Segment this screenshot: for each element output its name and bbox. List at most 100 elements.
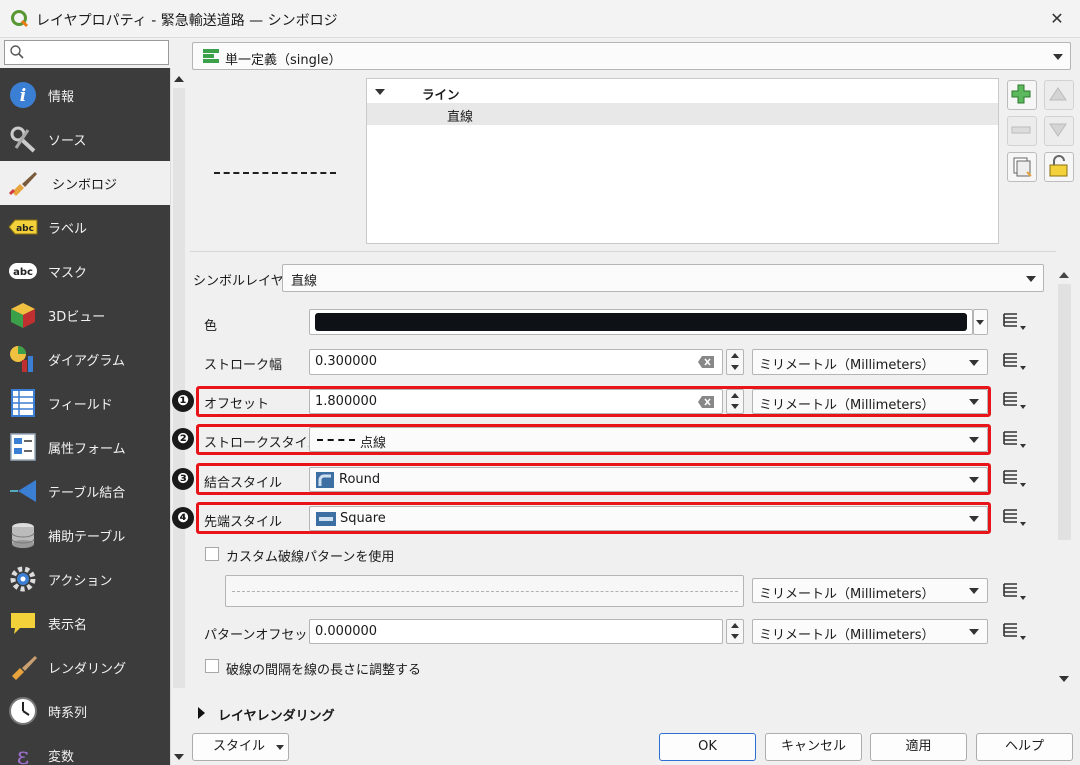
auxiliary-storage-icon <box>11 523 35 548</box>
sidebar-item-label: 属性フォーム <box>48 442 126 457</box>
symbol-layer-type-value: 直線 <box>291 274 318 289</box>
triangle-down-icon <box>1049 123 1067 137</box>
search-input[interactable] <box>4 40 169 65</box>
tree-item-line[interactable]: ライン <box>367 81 998 103</box>
sidebar-item-symbology[interactable]: シンボロジ <box>0 161 170 205</box>
pattern-offset-unit-select[interactable]: ミリメートル（Millimeters） <box>752 619 988 644</box>
spin-down-icon[interactable] <box>731 634 739 639</box>
add-layer-button[interactable] <box>1007 80 1037 110</box>
chevron-down-icon <box>969 437 979 443</box>
sidebar-item-labels[interactable]: abc ラベル <box>0 205 170 249</box>
search-icon <box>10 45 24 59</box>
data-defined-override-icon[interactable] <box>1000 582 1028 602</box>
sidebar-item-actions[interactable]: アクション <box>0 557 170 601</box>
data-defined-override-icon[interactable] <box>1000 622 1028 642</box>
stroke-width-input[interactable]: 0.300000 <box>309 349 723 375</box>
search-field[interactable] <box>29 43 165 62</box>
custom-dash-checkbox[interactable] <box>205 547 219 561</box>
apply-button[interactable]: 適用 <box>870 733 967 761</box>
spin-up-icon[interactable] <box>731 393 739 398</box>
sidebar-item-temporal[interactable]: 時系列 <box>0 689 170 733</box>
sidebar-item-rendering[interactable]: レンダリング <box>0 645 170 689</box>
sidebar-item-info[interactable]: i 情報 <box>0 73 170 117</box>
join-style-select[interactable]: Round <box>309 467 988 492</box>
move-down-button[interactable] <box>1044 116 1074 146</box>
pattern-offset-input[interactable]: 0.000000 <box>309 619 723 644</box>
sidebar-item-label: レンダリング <box>48 662 127 677</box>
move-up-button[interactable] <box>1044 80 1074 110</box>
pattern-offset-spinner[interactable] <box>726 619 744 644</box>
sidebar-item-source[interactable]: ソース <box>0 117 170 161</box>
scroll-down-icon[interactable] <box>174 754 184 760</box>
color-button[interactable] <box>309 309 973 335</box>
properties-scroll-thumb[interactable] <box>1058 284 1071 540</box>
remove-layer-button[interactable] <box>1007 116 1037 146</box>
symbol-layer-tree[interactable]: ライン 直線 <box>366 78 999 244</box>
expand-icon[interactable] <box>375 89 385 95</box>
sidebar-scrollbar[interactable] <box>170 68 187 765</box>
style-menu-button[interactable]: スタイル <box>192 733 289 761</box>
join-icon <box>10 480 36 502</box>
clear-icon[interactable] <box>698 396 714 408</box>
attribute-form-icon <box>10 433 36 461</box>
sidebar-item-3d-view[interactable]: 3Dビュー <box>0 293 170 337</box>
fields-icon <box>11 389 35 417</box>
data-defined-override-icon[interactable] <box>1000 469 1028 489</box>
cap-style-label: 先端スタイル <box>204 515 283 530</box>
data-defined-override-icon[interactable] <box>1000 391 1028 411</box>
cancel-button[interactable]: キャンセル <box>765 733 862 761</box>
sidebar-item-fields[interactable]: フィールド <box>0 381 170 425</box>
align-dash-checkbox[interactable] <box>205 659 219 673</box>
color-dropdown-button[interactable] <box>973 309 988 335</box>
symbol-layer-type-select[interactable]: 直線 <box>282 264 1044 292</box>
splitter[interactable] <box>190 251 1056 252</box>
sidebar-item-mask[interactable]: abc マスク <box>0 249 170 293</box>
sidebar-scroll-thumb[interactable] <box>173 88 185 688</box>
ok-button[interactable]: OK <box>659 733 756 761</box>
spin-up-icon[interactable] <box>731 353 739 358</box>
sidebar-item-label: 時系列 <box>48 706 88 721</box>
chevron-down-icon <box>969 588 979 594</box>
sidebar-item-variables[interactable]: ε 変数 <box>0 733 170 765</box>
scroll-up-icon[interactable] <box>1059 272 1069 278</box>
offset-unit-select[interactable]: ミリメートル（Millimeters） <box>752 389 988 414</box>
spin-down-icon[interactable] <box>731 404 739 409</box>
custom-dash-pattern-button[interactable] <box>225 575 744 607</box>
tree-item-label: ライン <box>422 87 460 102</box>
mask-abc-icon: abc <box>9 263 37 279</box>
offset-spinner[interactable] <box>726 389 744 414</box>
data-defined-override-icon[interactable] <box>1000 430 1028 450</box>
sidebar-item-joins[interactable]: テーブル結合 <box>0 469 170 513</box>
3d-cube-icon <box>11 303 35 328</box>
spin-down-icon[interactable] <box>731 365 739 370</box>
custom-dash-unit-select[interactable]: ミリメートル（Millimeters） <box>752 578 988 603</box>
sidebar-item-auxiliary-storage[interactable]: 補助テーブル <box>0 513 170 557</box>
scroll-up-icon[interactable] <box>174 76 184 82</box>
renderer-select[interactable]: 単一定義（single） <box>192 42 1071 70</box>
stroke-style-select[interactable]: 点線 <box>309 427 988 452</box>
tree-item-simple-line[interactable]: 直線 <box>367 103 998 125</box>
close-button[interactable]: ✕ <box>1040 4 1074 34</box>
pattern-offset-value: 0.000000 <box>315 624 378 639</box>
sidebar-item-label: 情報 <box>48 90 75 105</box>
layer-rendering-group[interactable]: レイヤレンダリング <box>196 702 396 724</box>
sidebar-item-label: 表示名 <box>48 618 88 633</box>
stroke-width-unit-select[interactable]: ミリメートル（Millimeters） <box>752 349 988 375</box>
plus-icon <box>1011 84 1031 104</box>
pattern-offset-unit-value: ミリメートル（Millimeters） <box>759 628 935 643</box>
clear-icon[interactable] <box>698 356 714 368</box>
data-defined-override-icon[interactable] <box>1000 352 1028 372</box>
scroll-down-icon[interactable] <box>1059 676 1069 682</box>
data-defined-override-icon[interactable] <box>1000 312 1028 332</box>
help-button[interactable]: ヘルプ <box>976 733 1073 761</box>
lock-layer-button[interactable] <box>1044 152 1074 182</box>
stroke-width-spinner[interactable] <box>726 349 744 375</box>
data-defined-override-icon[interactable] <box>1000 508 1028 528</box>
sidebar-item-display[interactable]: 表示名 <box>0 601 170 645</box>
offset-input[interactable]: 1.800000 <box>309 389 723 414</box>
sidebar-item-diagrams[interactable]: ダイアグラム <box>0 337 170 381</box>
sidebar-item-attribute-form[interactable]: 属性フォーム <box>0 425 170 469</box>
cap-style-select[interactable]: Square <box>309 506 988 531</box>
spin-up-icon[interactable] <box>731 623 739 628</box>
duplicate-layer-button[interactable] <box>1007 152 1037 182</box>
